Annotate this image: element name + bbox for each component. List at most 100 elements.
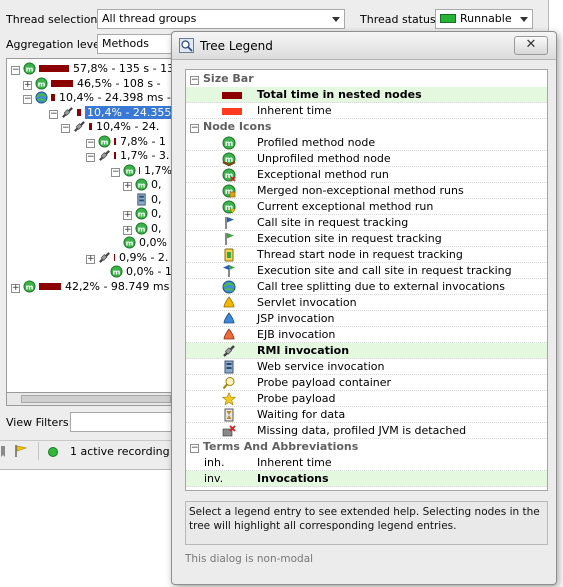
tree-row[interactable]: + m 42,2% - 98.749 ms - [11,279,176,295]
legend-entry[interactable]: m Profiled method node [186,135,547,151]
expand-icon[interactable]: + [123,182,132,191]
help-text: Select a legend entry to see extended he… [189,506,540,532]
collapse-icon[interactable]: − [190,124,199,133]
probe-payload-icon [222,392,236,406]
legend-section-header[interactable]: − Node Icons [186,119,547,135]
collapse-icon[interactable]: − [86,153,95,162]
legend-entry[interactable]: Call site in request tracking [186,215,547,231]
call-tree-split-icon [222,280,236,294]
close-button[interactable]: ✕ [514,36,548,55]
legend-entry-label: Exceptional method run [257,168,389,181]
tree-row-text: 0,0% - 1. [126,265,176,278]
legend-entry[interactable]: inh. Inherent time [186,455,547,471]
collapse-icon[interactable]: − [49,109,58,119]
legend-section-title: Size Bar [203,72,254,85]
expand-icon[interactable]: + [23,80,32,90]
size-bar-inherent-icon [222,108,242,115]
thread-selection-combo[interactable]: All thread groups [97,9,345,29]
tree-legend-dialog: Tree Legend ✕ − Size Bar Total time in nes… [171,31,557,585]
expand-icon[interactable]: + [11,283,20,293]
tree-horizontal-scrollbar[interactable] [6,392,176,406]
legend-section-header[interactable]: − Terms And Abbreviations [186,439,547,455]
chevron-down-icon [520,17,528,22]
legend-entry[interactable]: Inherent time [186,103,547,119]
profiled-method-icon: m [123,236,136,249]
profiled-method-icon: m [135,178,148,191]
legend-entry[interactable]: RMI invocation [186,343,547,359]
legend-entry-label: Probe payload [257,392,336,405]
missing-data-icon [222,424,236,438]
thread-selection-label: Thread selection: [6,13,102,26]
thread-selection-value: All thread groups [102,12,197,25]
legend-entry[interactable]: Execution site in request tracking [186,231,547,247]
tree-row-text: 1,7% - 3. [120,149,170,162]
call-tree[interactable]: − m 57,8% - 135 s - 13 + m 46,5% - 108 s - −10… [6,58,176,406]
legend-entry[interactable]: Probe payload container [186,375,547,391]
scrollbar-thumb[interactable] [21,395,171,403]
legend-list[interactable]: − Size Bar Total time in nested nodes Inher… [185,69,548,491]
collapse-icon[interactable]: − [61,124,70,133]
legend-entry-label: Missing data, profiled JVM is detached [257,424,467,437]
tree-row-text: 42,2% - 98.749 ms - [65,279,176,293]
bookmark-icon[interactable] [0,445,13,461]
collapse-icon[interactable]: − [190,76,199,85]
execution-call-site-icon [222,264,236,278]
legend-entry[interactable]: Missing data, profiled JVM is detached [186,423,547,439]
legend-entry-label: Servlet invocation [257,296,357,309]
tree-row-text: 0, [151,221,162,235]
svg-text:m: m [225,139,233,148]
unprofiled-method-icon: m [222,152,236,166]
legend-entry[interactable]: Execution site and call site in request … [186,263,547,279]
legend-entry-label: Merged non-exceptional method runs [257,184,464,197]
legend-entry[interactable]: Web service invocation [186,359,547,375]
execution-site-icon [222,232,236,246]
legend-section-title: Node Icons [203,120,272,133]
legend-entry-label: Inherent time [257,456,332,469]
legend-entry[interactable]: m Unprofiled method node [186,151,547,167]
profiled-method-icon: m [35,76,48,90]
thread-status-combo[interactable]: Runnable [435,9,533,29]
legend-entry[interactable]: EJB invocation [186,327,547,343]
tree-row-text: 10,4% - 24.398 ms - [59,91,171,104]
flag-icon[interactable] [14,444,28,461]
collapse-icon[interactable]: − [11,66,20,75]
legend-entry[interactable]: Waiting for data [186,407,547,423]
legend-entry[interactable]: inv. Invocations [186,471,547,487]
time-size-bar [114,137,116,145]
legend-entry-label: Invocations [257,472,329,485]
legend-entry[interactable]: Probe payload [186,391,547,407]
tree-row-text: 1,7% [144,163,172,177]
aggregation-level-value: Methods [102,37,149,50]
collapse-icon[interactable]: − [23,95,32,104]
collapse-icon[interactable]: − [86,138,95,148]
legend-entry[interactable]: m Merged non-exceptional method runs [186,183,547,199]
legend-entry[interactable]: Servlet invocation [186,295,547,311]
waiting-for-data-icon [222,408,236,422]
legend-entry[interactable]: m Current exceptional method run [186,199,547,215]
thread-status-label: Thread status: [360,13,440,26]
profiled-method-icon: m [23,62,36,75]
legend-entry[interactable]: Call tree splitting due to external invo… [186,279,547,295]
svg-text:m: m [138,224,146,233]
expand-icon[interactable]: + [123,211,132,220]
collapse-icon[interactable]: − [190,444,199,453]
thread-start-icon [222,248,236,262]
recording-status: 1 active recording [70,445,170,458]
help-text-box: Select a legend entry to see extended he… [185,501,548,545]
tree-row-text: 0, [151,178,162,191]
view-filters-input[interactable] [70,412,180,432]
dialog-titlebar[interactable]: Tree Legend ✕ [172,32,556,60]
tree-row-text: 7,8% - 1 [120,134,166,148]
legend-entry[interactable]: Total time in nested nodes [186,87,547,103]
expand-icon[interactable]: + [123,225,132,235]
legend-section-header[interactable]: − Size Bar [186,71,547,87]
web-service-icon [222,360,236,374]
legend-entry[interactable]: Thread start node in request tracking [186,247,547,263]
profiled-method-icon: m [98,134,111,148]
time-size-bar [39,282,61,290]
expand-icon[interactable]: + [86,254,95,264]
time-size-bar [114,152,116,159]
collapse-icon[interactable]: − [111,167,120,177]
legend-entry[interactable]: m Exceptional method run [186,167,547,183]
legend-entry[interactable]: JSP invocation [186,311,547,327]
